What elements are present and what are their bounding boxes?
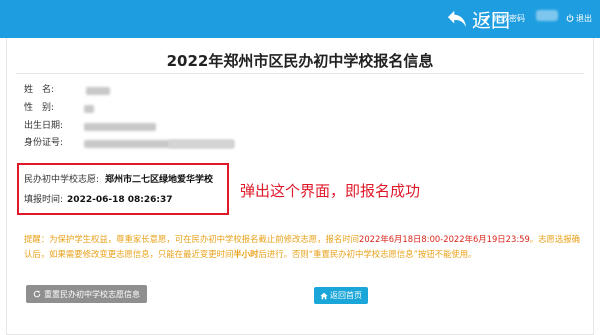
notice-text: 提醒：为保护学生权益，尊重家长意愿，可在民办初中学校报名截止前修改志愿，报名时间… — [24, 232, 584, 262]
top-bar: 返回 修改密码 退出 — [0, 0, 600, 38]
gender-row: 性 别: — [24, 101, 54, 115]
page-title: 2022年郑州市区民办初中学校报名信息 — [166, 52, 434, 70]
logout-label: 退出 — [576, 13, 592, 23]
logout-link[interactable]: 退出 — [566, 11, 592, 25]
return-home-button[interactable]: 返回首页 — [314, 287, 368, 304]
birth-value-redacted — [84, 123, 156, 131]
success-annotation: 弹出这个界面，即报名成功 — [240, 182, 421, 200]
notice-part4: 按钮不能使用。 — [417, 249, 477, 259]
school-choice-value: 郑州市二七区绿地爱华学校 — [105, 175, 214, 185]
gender-value-redacted — [84, 105, 94, 113]
back-arrow-icon — [447, 10, 467, 28]
change-password-link[interactable]: 修改密码 — [483, 11, 525, 25]
id-row: 身份证号: — [24, 136, 63, 150]
notice-period: 2022年6月18日8:00-2022年6月19日23:59 — [359, 234, 530, 244]
name-label: 姓 名: — [24, 85, 55, 95]
name-value-redacted — [86, 87, 110, 95]
school-choice-row: 民办初中学校志愿: 郑州市二七区绿地爱华学校 — [24, 173, 213, 187]
title-divider — [16, 73, 584, 74]
notice-part1: 提醒：为保护学生权益，尊重家长意愿，可在民办初中学校报名截止前修改志愿，报名时间 — [24, 234, 359, 244]
submit-time-label: 填报时间: — [24, 195, 64, 205]
reset-choice-button[interactable]: 重置民办初中学校志愿信息 — [26, 285, 147, 303]
submit-time-row: 填报时间: 2022-06-18 08:26:37 — [24, 193, 173, 207]
success-highlight-box — [17, 163, 229, 215]
refresh-icon — [33, 290, 41, 298]
notice-button-ref: “重置民办初中学校志愿信息” — [308, 249, 418, 259]
username-redacted — [536, 10, 558, 21]
notice-part3: 后进行。否则 — [258, 249, 309, 259]
id-label: 身份证号: — [24, 138, 64, 148]
id-value-redacted-2 — [168, 140, 234, 148]
notice-wait: 半小时 — [233, 249, 259, 259]
change-password-label: 修改密码 — [493, 13, 525, 23]
birth-label: 出生日期: — [24, 121, 64, 131]
power-icon — [566, 14, 574, 22]
edit-icon — [483, 14, 491, 22]
submit-time-value: 2022-06-18 08:26:37 — [67, 195, 173, 205]
gender-label: 性 别: — [24, 103, 55, 113]
return-home-label: 返回首页 — [330, 291, 362, 300]
reset-choice-label: 重置民办初中学校志愿信息 — [44, 289, 140, 299]
home-icon — [320, 292, 328, 299]
name-row: 姓 名: — [24, 83, 54, 97]
birth-row: 出生日期: — [24, 119, 63, 133]
school-choice-label: 民办初中学校志愿: — [24, 175, 100, 185]
